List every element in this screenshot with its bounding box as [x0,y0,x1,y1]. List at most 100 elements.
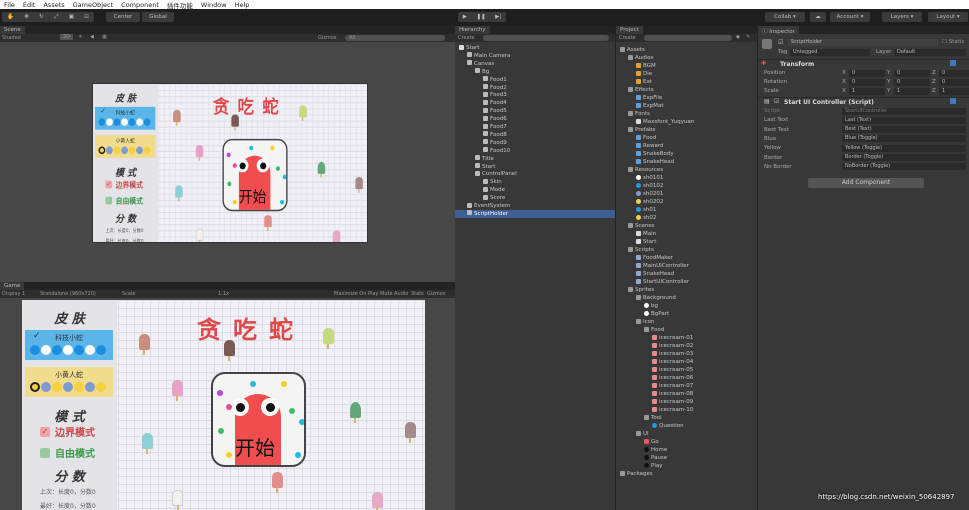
maximize-on-play-toggle[interactable]: Maximize On Play [334,291,378,297]
mute-audio-toggle[interactable]: Mute Audio [380,291,408,297]
tree-item[interactable]: Bg [455,68,615,76]
tree-item[interactable]: Title [455,155,615,163]
static-checkbox[interactable]: ☐ Static [942,39,964,45]
tree-item[interactable]: Food2 [455,84,615,92]
object-reference-field[interactable]: Best (Text) [842,126,966,134]
skin-option-tech-snake[interactable]: ✓ 科技小蛇 [95,106,156,130]
tab-scene[interactable]: Scene [0,26,25,34]
scale-tool-icon[interactable]: ⤢ [54,14,58,21]
tree-item[interactable]: ExpFile [616,94,758,102]
transform-x-field[interactable]: 0 [849,69,885,77]
transform-x-field[interactable]: 1 [849,87,885,95]
tree-item[interactable]: Sprites [616,286,758,294]
rect-tool-icon[interactable]: ▣ [69,14,74,20]
tree-item[interactable]: Food5 [455,107,615,115]
tree-item[interactable]: UI [616,430,758,438]
tree-item[interactable]: Scenes [616,222,758,230]
tree-item[interactable]: Go [616,438,758,446]
transform-z-field[interactable]: 0 [939,69,969,77]
object-reference-field[interactable]: Yellow (Toggle) [842,144,966,152]
resolution-dropdown[interactable]: Standalone (960x720) [40,291,96,297]
menu-item[interactable]: Assets [43,1,64,9]
skin-option-minion-snake[interactable]: 小黄人蛇 [25,367,113,397]
tree-item[interactable]: Play [616,462,758,470]
tree-item[interactable]: Effects [616,86,758,94]
layer-dropdown[interactable]: Default [894,49,966,56]
help-icon[interactable] [950,60,956,66]
tree-item[interactable]: Fonts [616,110,758,118]
mode-border-toggle[interactable]: ✓ 边界模式 [40,424,95,439]
hierarchy-search[interactable] [483,35,609,41]
lighting-icon[interactable]: ☀ [78,34,82,40]
tree-item[interactable]: Skin [455,178,615,186]
tree-item[interactable]: icecream-03 [616,350,758,358]
tree-item[interactable]: ScriptHolder [455,209,615,218]
game-gizmos-dropdown[interactable]: Gizmos [427,291,445,297]
object-reference-field[interactable]: Last (Text) [842,116,966,124]
tree-item[interactable]: Icon [616,318,758,326]
tree-item[interactable]: Food10 [455,147,615,155]
tree-item[interactable]: ControlPanel [455,170,615,178]
start-button[interactable]: 开始 [211,372,306,467]
tree-item[interactable]: Mode [455,186,615,194]
mode-free-toggle[interactable]: 自由模式 [105,194,143,206]
script-component-header[interactable]: ▤ ☑ Start UI Controller (Script) [758,97,969,106]
scene-canvas[interactable]: 皮 肤 ✓ 科技小蛇 小黄人蛇 模 式 ✓ 边界模式 自由模式 分 数 上次：长度… [92,83,368,243]
tree-item[interactable]: Scripts [616,246,758,254]
menu-item[interactable]: File [4,1,15,9]
tree-item[interactable]: bg [616,302,758,310]
tree-item[interactable]: Canvas [455,60,615,68]
tree-item[interactable]: Question [616,422,758,430]
tree-item[interactable]: Food4 [455,99,615,107]
tree-item[interactable]: icecream-04 [616,358,758,366]
tree-item[interactable]: EventSystem [455,202,615,210]
tree-item[interactable]: StartUIController [616,278,758,286]
tree-item[interactable]: ExpMat [616,102,758,110]
display-dropdown[interactable]: Display 1 [2,291,25,297]
object-reference-field[interactable]: StartUIController [842,107,966,115]
hand-tool-icon[interactable]: ✋ [7,14,14,20]
filter-by-label-icon[interactable]: ✎ [746,34,750,40]
tree-item[interactable]: icecream-05 [616,366,758,374]
skin-option-tech-snake[interactable]: ✓ 科技小蛇 [25,330,113,360]
object-reference-field[interactable]: Border (Toggle) [842,154,966,161]
scale-slider[interactable] [138,290,208,298]
move-tool-icon[interactable]: ✥ [24,14,29,20]
tree-item[interactable]: icecream-08 [616,390,758,398]
mode-free-toggle[interactable]: 自由模式 [40,445,95,460]
transform-y-field[interactable]: 1 [894,87,930,95]
tree-item[interactable]: icecream-09 [616,398,758,406]
start-button[interactable]: 开始 [222,138,288,212]
tree-item[interactable]: BgPart [616,310,758,318]
tab-project[interactable]: Project [616,26,643,34]
object-reference-field[interactable]: Blue (Toggle) [842,135,966,143]
tree-item[interactable]: sh0201 [616,190,758,198]
skin-option-minion-snake[interactable]: 小黄人蛇 [95,135,156,158]
transform-z-field[interactable]: 0 [939,78,969,86]
tree-item[interactable]: Food6 [455,115,615,123]
layers-dropdown[interactable]: Layers ▾ [882,12,922,22]
tag-dropdown[interactable]: Untagged [790,49,870,56]
tree-item[interactable]: Food9 [455,139,615,147]
tree-item[interactable]: icecream-06 [616,374,758,382]
tree-item[interactable]: Eat [616,78,758,86]
tree-item[interactable]: Home [616,446,758,454]
menu-item[interactable]: Window [201,1,227,9]
transform-x-field[interactable]: 0 [849,78,885,86]
tree-item[interactable]: Audios [616,54,758,62]
game-canvas[interactable]: 皮 肤 ✓ 科技小蛇 小黄人蛇 模 式 ✓ 边界模式 自由模式 分 数 上次：长度… [22,300,425,510]
tree-item[interactable]: Food8 [455,131,615,139]
active-checkbox[interactable]: ☑ [778,39,783,46]
play-button[interactable]: ▶ [463,14,467,20]
hierarchy-create-button[interactable]: Create [458,35,475,41]
cloud-button[interactable]: ☁ [810,12,826,22]
transform-z-field[interactable]: 1 [939,87,969,95]
pivot-toggle[interactable]: Center [106,12,140,22]
tree-item[interactable]: Food [616,326,758,334]
audio-icon[interactable]: ◀ [90,34,94,40]
tab-game[interactable]: Game [0,282,25,290]
tree-item[interactable]: Resources [616,166,758,174]
tree-item[interactable]: Food [616,134,758,142]
filter-by-type-icon[interactable]: ◆ [736,34,740,40]
mode-border-toggle[interactable]: ✓ 边界模式 [105,178,143,190]
